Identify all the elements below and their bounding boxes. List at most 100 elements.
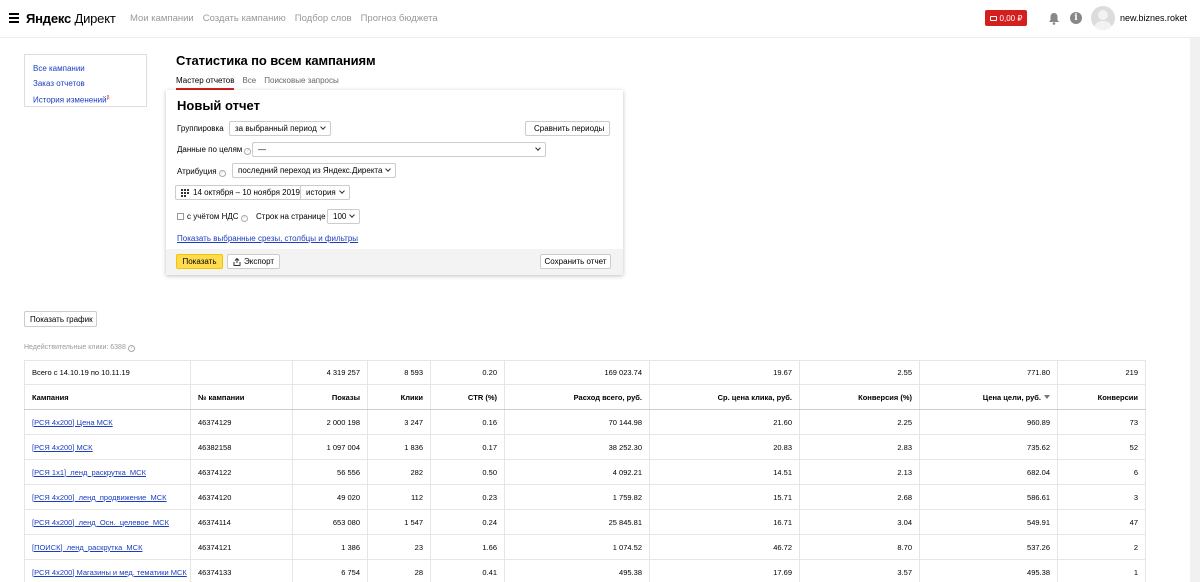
campaign-link[interactable]: [РСЯ 4x200]_ленд_Осн._целевое_МСК xyxy=(32,518,169,527)
avg-cpc-cell: 21.60 xyxy=(649,409,800,435)
totals-period: Всего с 14.10.19 по 10.11.19 xyxy=(24,360,191,385)
column-header-conversions[interactable]: Конверсии xyxy=(1057,384,1146,410)
sidebar-item-order-reports[interactable]: Заказ отчетов xyxy=(33,77,146,92)
campaign-id-cell: 46382158 xyxy=(190,434,293,460)
campaign-link[interactable]: [РСЯ 4x200] Магазины и мед. тематики МСК xyxy=(32,568,187,577)
help-icon[interactable]: ? xyxy=(218,170,226,177)
history-select[interactable]: история xyxy=(300,185,350,200)
column-header-ctr[interactable]: CTR (%) xyxy=(430,384,505,410)
table-row: [ПОИСК]_ленд_раскрутка_МСК 46374121 1 38… xyxy=(24,534,1146,560)
campaign-cell: [РСЯ 4x200] МСК xyxy=(24,434,191,460)
report-tabs: Мастер отчетов Все Поисковые запросы xyxy=(176,76,339,90)
campaign-link[interactable]: [РСЯ 1x1]_ленд_раскрутка_МСК xyxy=(32,468,146,477)
page-title: Статистика по всем кампаниям xyxy=(176,53,376,68)
goal-cost-cell: 735.62 xyxy=(919,434,1058,460)
logo[interactable]: Яндекс Директ xyxy=(26,11,116,26)
table-header-row: Кампания № кампании Показы Клики CTR (%)… xyxy=(24,384,1146,410)
sidebar-item-all-campaigns[interactable]: Все кампании xyxy=(33,62,146,77)
report-title: Новый отчет xyxy=(177,98,260,113)
clicks-cell: 28 xyxy=(367,559,431,582)
campaign-link[interactable]: [ПОИСК]_ленд_раскрутка_МСК xyxy=(32,543,142,552)
goal-cost-cell: 586.61 xyxy=(919,484,1058,510)
campaign-id-cell: 46374122 xyxy=(190,459,293,485)
column-header-impressions[interactable]: Показы xyxy=(292,384,368,410)
top-bar: Яндекс Директ Мои кампании Создать кампа… xyxy=(0,0,1200,38)
nav-my-campaigns[interactable]: Мои кампании xyxy=(130,13,194,24)
show-slices-link[interactable]: Показать выбранные срезы, столбцы и филь… xyxy=(177,234,358,243)
rows-per-page-select[interactable]: 100 xyxy=(327,209,361,224)
campaign-id-cell: 46374129 xyxy=(190,409,293,435)
tab-all[interactable]: Все xyxy=(242,76,256,90)
impressions-cell: 2 000 198 xyxy=(292,409,368,435)
show-report-button[interactable]: Показать xyxy=(176,254,223,269)
impressions-cell: 56 556 xyxy=(292,459,368,485)
goals-select[interactable]: — xyxy=(252,142,546,157)
chevron-down-icon xyxy=(385,166,392,172)
save-report-button[interactable]: Сохранить отчет xyxy=(540,254,611,269)
export-button[interactable]: Экспорт xyxy=(227,254,281,269)
column-header-conversion-rate[interactable]: Конверсия (%) xyxy=(799,384,920,410)
campaign-cell: [РСЯ 4x200]_ленд_Осн._целевое_МСК xyxy=(24,509,191,535)
compare-periods-button[interactable]: Сравнить периоды xyxy=(525,121,610,136)
column-header-spend[interactable]: Расход всего, руб. xyxy=(504,384,650,410)
campaign-link[interactable]: [РСЯ 4x200] МСК xyxy=(32,443,93,452)
column-header-avg-cpc[interactable]: Ср. цена клика, руб. xyxy=(649,384,800,410)
avatar[interactable] xyxy=(1091,6,1115,30)
rows-per-page-label: Строк на странице xyxy=(256,212,326,221)
help-icon[interactable]: ? xyxy=(244,148,252,155)
ctr-cell: 0.16 xyxy=(430,409,505,435)
nav-budget-forecast[interactable]: Прогноз бюджета xyxy=(361,13,438,24)
totals-avg-cpc: 19.67 xyxy=(649,360,800,385)
chevron-down-icon xyxy=(338,188,345,194)
campaign-link[interactable]: [РСЯ 4x200]_ленд_продвижение_МСК xyxy=(32,493,167,502)
column-header-goal-cost[interactable]: Цена цели, руб. xyxy=(919,384,1058,410)
nav-create-campaign[interactable]: Создать кампанию xyxy=(203,13,286,24)
page-scrollbar[interactable] xyxy=(1190,38,1200,582)
balance-button[interactable]: 0,00 ₽ xyxy=(985,10,1027,26)
spend-cell: 38 252.30 xyxy=(504,434,650,460)
campaign-cell: [РСЯ 4x200] Магазины и мед. тематики МСК xyxy=(24,559,191,582)
stats-table-wrap: Всего с 14.10.19 по 10.11.19 4 319 257 8… xyxy=(24,360,1146,582)
table-row: [РСЯ 1x1]_ленд_раскрутка_МСК 46374122 56… xyxy=(24,459,1146,485)
nav-word-selection[interactable]: Подбор слов xyxy=(295,13,352,24)
conversions-cell: 1 xyxy=(1057,559,1146,582)
report-card-footer: Показать Экспорт Сохранить отчет xyxy=(166,249,623,275)
bell-icon[interactable] xyxy=(1048,12,1060,25)
ctr-cell: 0.24 xyxy=(430,509,505,535)
totals-goal-cost: 771.80 xyxy=(919,360,1058,385)
chevron-down-icon xyxy=(349,212,356,218)
column-header-clicks[interactable]: Клики xyxy=(367,384,431,410)
table-row: [РСЯ 4x200]_ленд_Осн._целевое_МСК 463741… xyxy=(24,509,1146,535)
avg-cpc-cell: 15.71 xyxy=(649,484,800,510)
conversion-rate-cell: 2.13 xyxy=(799,459,920,485)
column-header-campaign[interactable]: Кампания xyxy=(24,384,191,410)
conversions-cell: 73 xyxy=(1057,409,1146,435)
menu-icon[interactable] xyxy=(9,13,19,23)
goal-cost-cell: 960.89 xyxy=(919,409,1058,435)
username[interactable]: new.biznes.roket xyxy=(1120,13,1187,23)
avg-cpc-cell: 14.51 xyxy=(649,459,800,485)
column-header-campaign-id[interactable]: № кампании xyxy=(190,384,293,410)
totals-conversions: 219 xyxy=(1057,360,1146,385)
attribution-select[interactable]: последний переход из Яндекс.Директа xyxy=(232,163,397,178)
vat-label: с учётом НДС? xyxy=(187,212,248,222)
period-picker[interactable]: 14 октября – 10 ноября 2019 xyxy=(175,185,306,200)
impressions-cell: 1 097 004 xyxy=(292,434,368,460)
grouping-select[interactable]: за выбранный период xyxy=(229,121,331,136)
tab-search-queries[interactable]: Поисковые запросы xyxy=(264,76,338,90)
campaign-id-cell: 46374133 xyxy=(190,559,293,582)
vat-checkbox[interactable] xyxy=(177,213,184,220)
info-icon[interactable]: i xyxy=(1070,12,1082,24)
table-row: [РСЯ 4x200]_ленд_продвижение_МСК 4637412… xyxy=(24,484,1146,510)
impressions-cell: 1 386 xyxy=(292,534,368,560)
show-graph-button[interactable]: Показать график xyxy=(24,311,97,327)
chevron-down-icon xyxy=(535,145,541,151)
help-icon[interactable]: ? xyxy=(240,215,248,222)
help-icon[interactable]: ? xyxy=(127,345,135,352)
totals-row: Всего с 14.10.19 по 10.11.19 4 319 257 8… xyxy=(24,360,1146,385)
campaign-link[interactable]: [РСЯ 4x200] Цена МСК xyxy=(32,418,113,427)
tab-report-wizard[interactable]: Мастер отчетов xyxy=(176,76,235,90)
goals-label: Данные по целям? xyxy=(177,145,252,155)
table-row: [РСЯ 4x200] Магазины и мед. тематики МСК… xyxy=(24,559,1146,582)
sidebar-item-change-history[interactable]: История измененийβ xyxy=(33,91,146,108)
